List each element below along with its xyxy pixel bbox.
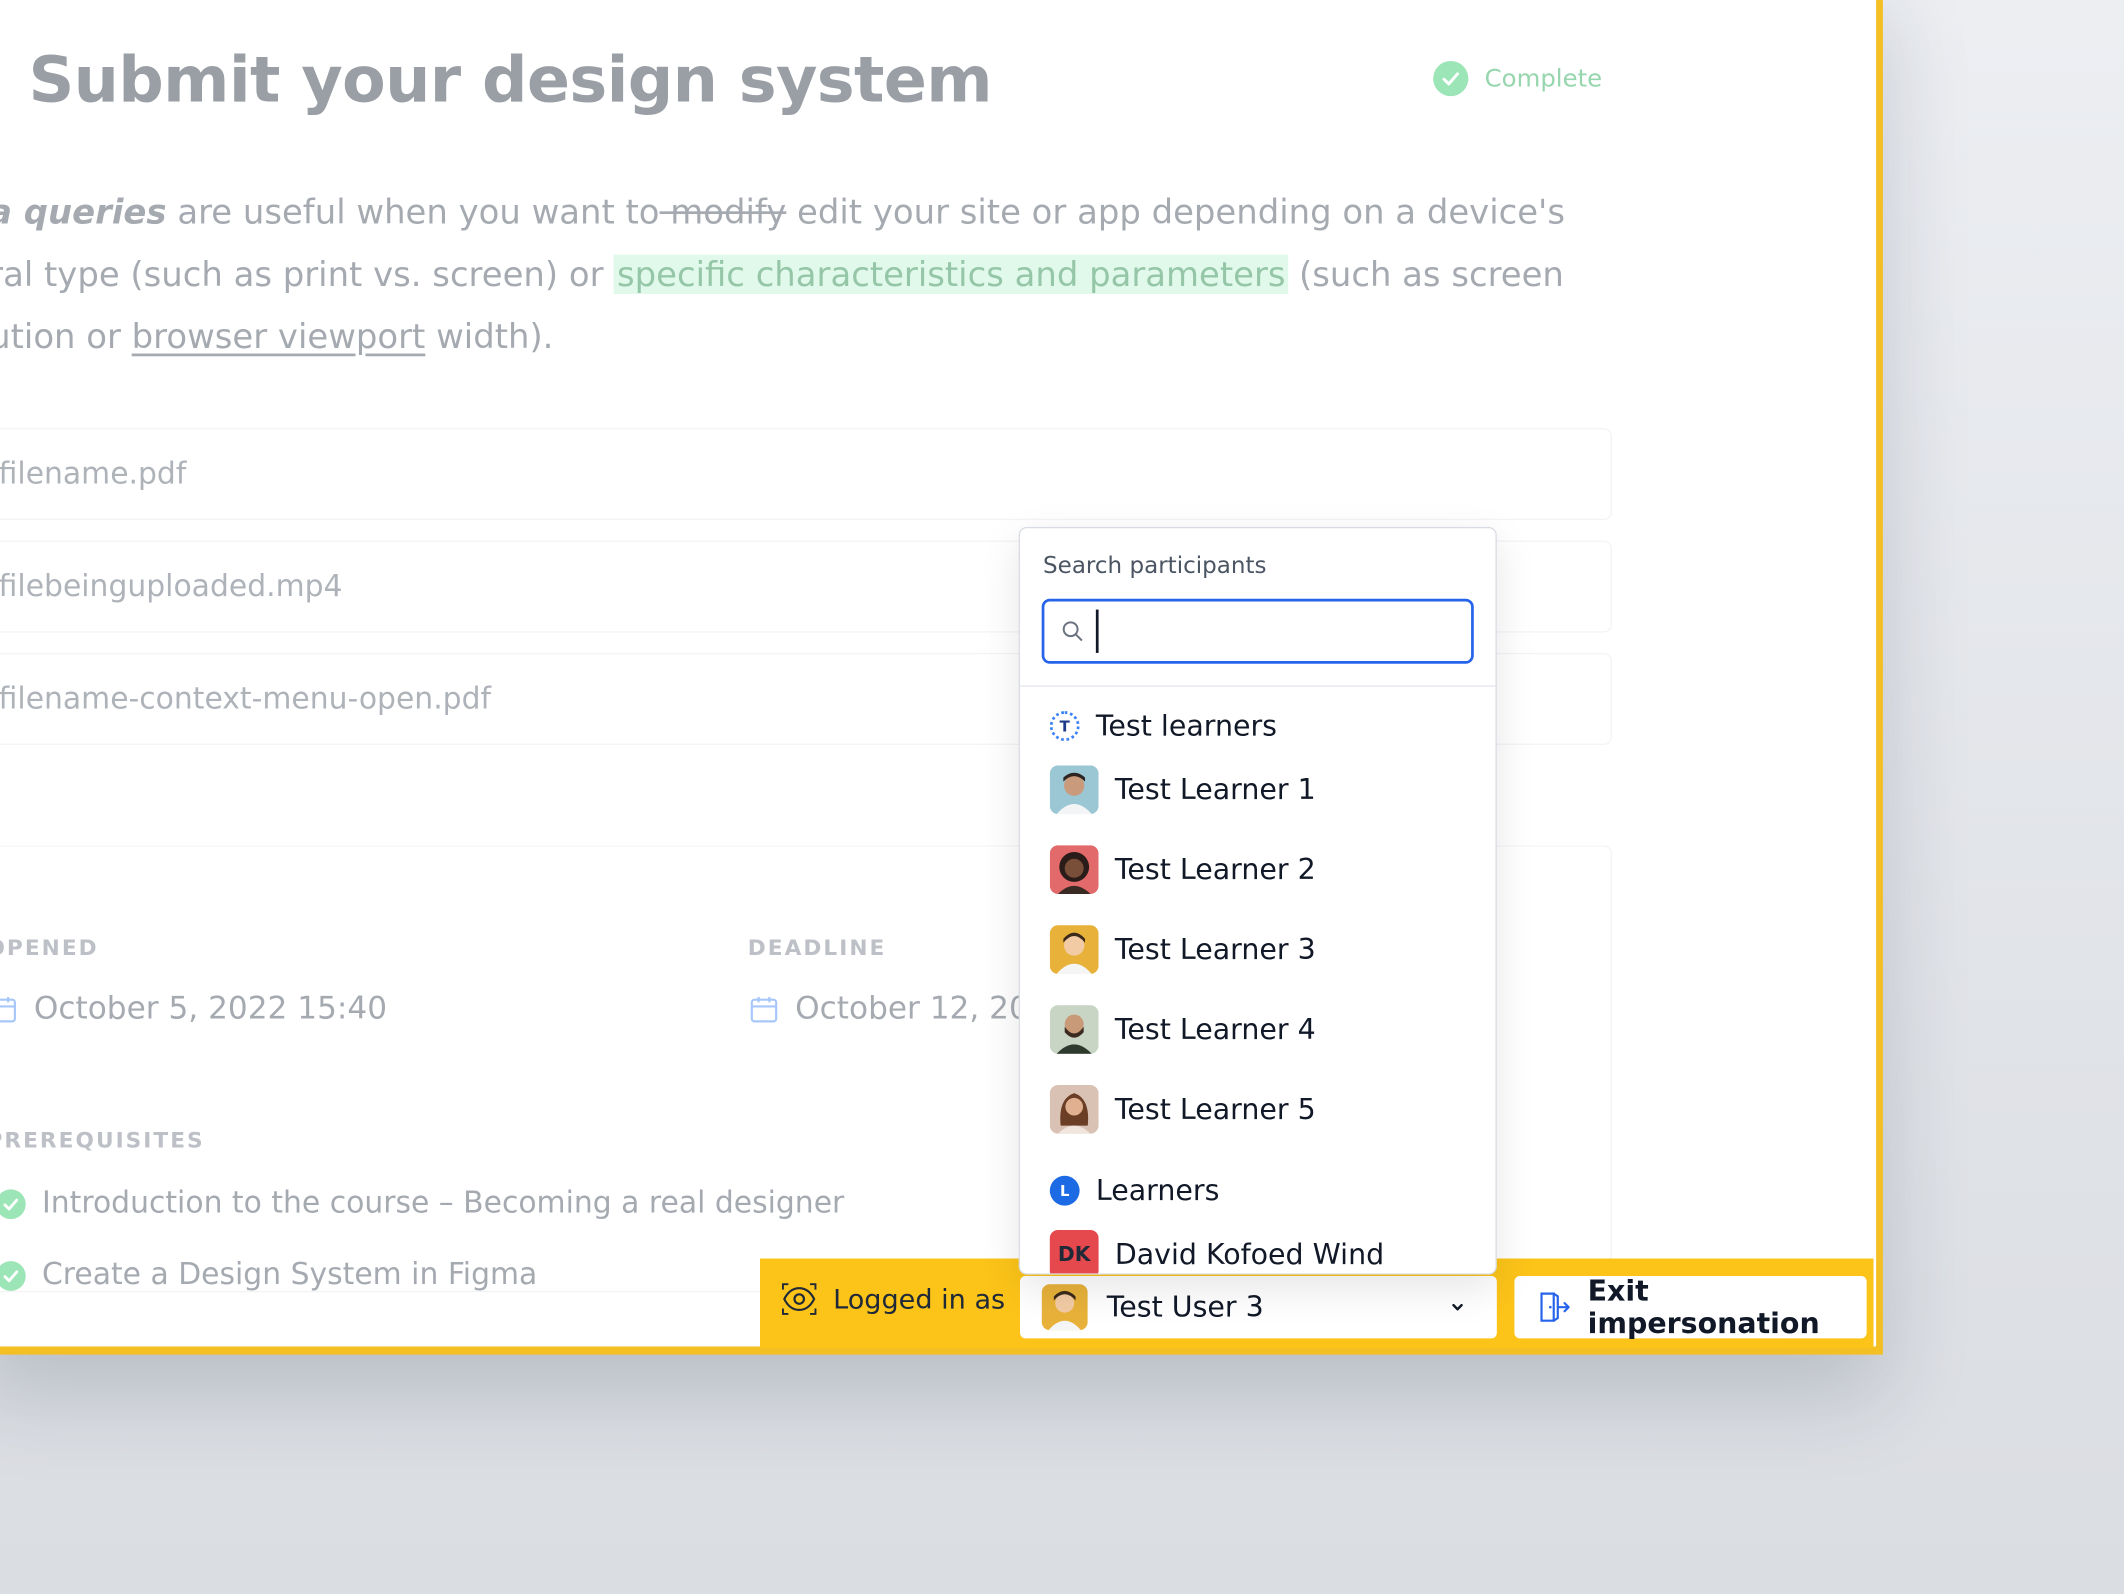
group-learners[interactable]: L Learners (1049, 1174, 1220, 1207)
description-strikethrough: modify (659, 192, 787, 232)
participant-name: Test Learner 1 (1114, 773, 1316, 806)
description-text-6: width). (425, 316, 554, 357)
check-circle-icon (0, 1188, 26, 1219)
impersonated-user-select[interactable]: Test User 3 (1020, 1276, 1497, 1339)
prerequisite-item[interactable]: Introduction to the course – Becoming a … (0, 1186, 845, 1221)
logged-in-label: Logged in as (833, 1282, 1006, 1316)
search-participants-field[interactable] (1041, 598, 1474, 664)
deadline-date: October 12, 20 (749, 992, 1029, 1027)
exit-impersonation-button[interactable]: Exit impersonation (1514, 1274, 1867, 1340)
calendar-icon (749, 994, 779, 1024)
description: a queries are useful when you want to mo… (0, 182, 1615, 369)
participant-option[interactable]: Test Learner 5 (1049, 1085, 1316, 1134)
group-test-learners[interactable]: T Test learners (1049, 709, 1278, 743)
exit-door-icon (1536, 1290, 1571, 1325)
text-caret (1095, 609, 1099, 653)
participant-name: Test Learner 5 (1114, 1093, 1316, 1126)
group-name: Learners (1095, 1174, 1220, 1207)
file-name: filebeinguploaded.mp4 (0, 569, 343, 604)
search-participants-label: Search participants (1043, 552, 1267, 580)
participant-initials-avatar: DK (1049, 1229, 1099, 1274)
description-text-5: ution or (0, 316, 132, 357)
participant-avatar (1049, 925, 1099, 974)
participant-option[interactable]: DK David Kofoed Wind (1049, 1229, 1385, 1274)
check-circle-icon (0, 1260, 26, 1291)
search-icon (1062, 621, 1083, 641)
participant-option[interactable]: Test Learner 2 (1049, 845, 1316, 895)
status-text: Complete (1484, 64, 1603, 93)
description-term: a queries (0, 192, 167, 232)
page: Submit your design system Complete a que… (0, 0, 1877, 1347)
prerequisite-text: Introduction to the course – Becoming a … (41, 1186, 845, 1221)
browser-viewport-link[interactable]: browser viewport (132, 317, 426, 356)
description-text-3: ral type (such as print vs. screen) or (0, 254, 615, 294)
description-text-2: edit your site or app depending on a dev… (786, 192, 1566, 232)
participant-name: Test Learner 4 (1114, 1013, 1316, 1046)
prerequisite-item[interactable]: Create a Design System in Figma (0, 1258, 537, 1292)
opened-label: OPENED (0, 934, 99, 961)
opened-date: October 5, 2022 15:40 (0, 992, 387, 1027)
participant-option[interactable]: Test Learner 4 (1049, 1005, 1316, 1054)
eye-icon (782, 1281, 817, 1316)
current-user-name: Test User 3 (1106, 1290, 1264, 1324)
participant-avatar (1049, 845, 1099, 895)
file-name: filename.pdf (0, 457, 187, 492)
user-avatar (1041, 1284, 1088, 1331)
participant-dropdown: Search participants T Test learners Test… (1018, 526, 1497, 1275)
group-badge: L (1049, 1175, 1080, 1206)
prerequisites-label: PREREQUISITES (0, 1127, 205, 1153)
participant-avatar (1049, 1085, 1099, 1134)
screenshot: Submit your design system Complete a que… (0, 0, 2124, 1594)
participant-option[interactable]: Test Learner 1 (1049, 765, 1316, 815)
participant-name: Test Learner 2 (1114, 853, 1316, 886)
dropdown-divider (1020, 685, 1496, 687)
logged-in-as: Logged in as (782, 1281, 1006, 1316)
participant-avatar (1049, 765, 1099, 815)
group-badge: T (1049, 711, 1080, 741)
opened-date-value: October 5, 2022 15:40 (33, 991, 388, 1027)
description-text-1: are useful when you want to (166, 192, 660, 232)
chevron-down-icon (1452, 1303, 1463, 1311)
search-input[interactable] (1106, 614, 1472, 649)
check-circle-icon (1433, 60, 1469, 97)
participant-avatar (1049, 1005, 1099, 1054)
page-title: Submit your design system (28, 43, 992, 118)
exit-impersonation-label: Exit impersonation (1587, 1274, 1820, 1340)
participant-option[interactable]: Test Learner 3 (1049, 925, 1316, 974)
file-name: filename-context-menu-open.pdf (0, 682, 491, 716)
deadline-date-value: October 12, 20 (795, 991, 1029, 1027)
participant-name: Test Learner 3 (1114, 933, 1316, 966)
file-row[interactable]: filename.pdf (0, 428, 1612, 521)
prerequisite-text: Create a Design System in Figma (41, 1258, 538, 1293)
description-text-4: (such as screen (1288, 254, 1564, 294)
participant-name: David Kofoed Wind (1114, 1238, 1385, 1271)
description-highlight: specific characteristics and parameters (614, 254, 1289, 294)
deadline-label: DEADLINE (747, 934, 887, 961)
calendar-icon (0, 994, 18, 1024)
status-badge: Complete (1433, 60, 1603, 97)
group-name: Test learners (1095, 709, 1278, 743)
